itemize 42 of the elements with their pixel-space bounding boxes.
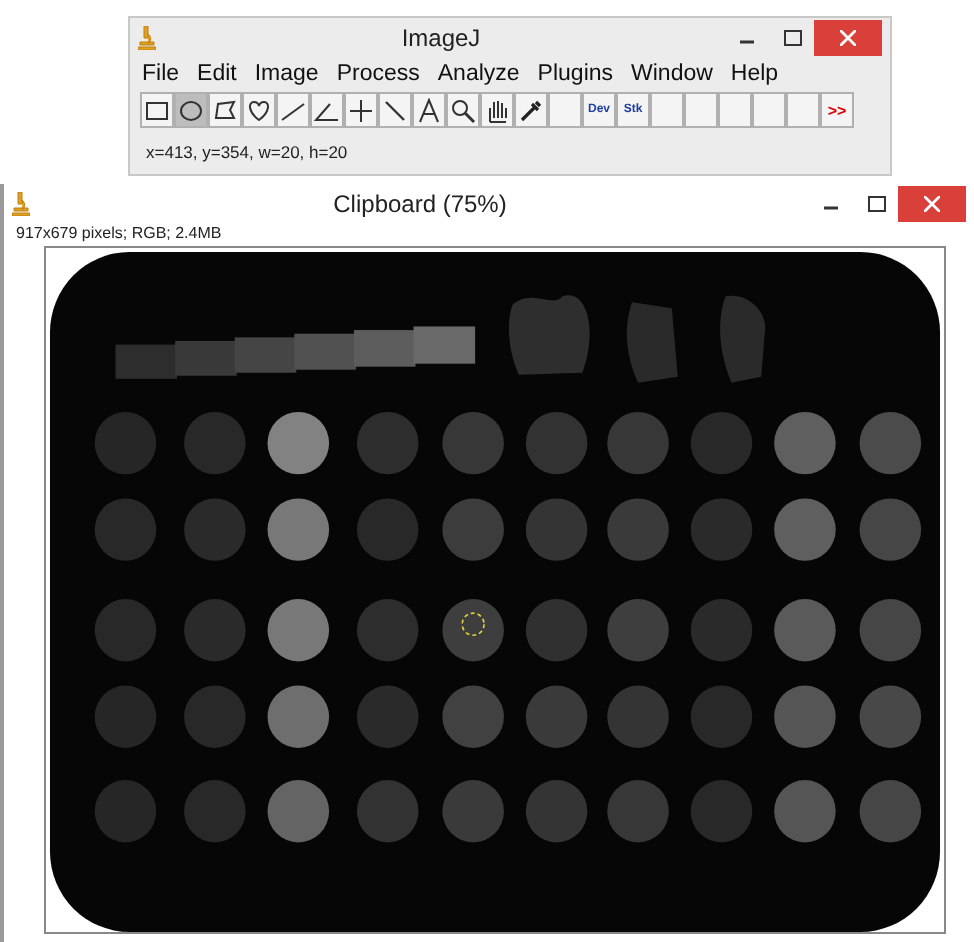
tool-button[interactable] (208, 92, 242, 128)
microscope-icon (138, 26, 156, 50)
menu-item[interactable]: Plugins (537, 62, 614, 86)
tool-button[interactable] (310, 92, 344, 128)
menu-item[interactable]: Window (631, 62, 713, 86)
menu-item[interactable]: Analyze (437, 62, 520, 86)
oval-icon (178, 97, 204, 123)
tool-button[interactable] (378, 92, 412, 128)
tool-button[interactable] (412, 92, 446, 128)
maximize-icon (783, 30, 801, 46)
tool-button[interactable] (242, 92, 276, 128)
tool-button[interactable] (276, 92, 310, 128)
tool-button[interactable] (514, 92, 548, 128)
tool-button[interactable] (174, 92, 208, 128)
more-tools-button[interactable]: >> (820, 92, 854, 128)
letter-icon (416, 97, 442, 123)
menu-item[interactable]: Edit (197, 62, 237, 86)
image-info-text: 917x679 pixels; RGB; 2.4MB (14, 222, 224, 244)
tool-button[interactable] (480, 92, 514, 128)
menu-item[interactable]: Help (730, 62, 779, 86)
menu-item[interactable]: Process (336, 62, 420, 86)
magnifier-icon (450, 97, 476, 123)
line-icon (280, 97, 306, 123)
tool-button[interactable] (140, 92, 174, 128)
microscope-icon (12, 191, 30, 215)
window-title: Clipboard (75%) (331, 189, 509, 217)
status-text: x=413, y=354, w=20, h=20 (144, 140, 350, 162)
menu-item[interactable]: Image (254, 62, 319, 86)
heart-icon (246, 97, 272, 123)
close-button[interactable] (814, 20, 882, 56)
polygon-icon (212, 97, 238, 123)
tool-button[interactable] (344, 92, 378, 128)
window-title: ImageJ (399, 24, 483, 52)
crosshair-icon (348, 97, 374, 123)
maximize-icon (867, 195, 885, 211)
rectangle-icon (144, 97, 170, 123)
close-button[interactable] (898, 185, 966, 221)
close-icon (840, 30, 856, 46)
tool-button[interactable] (446, 92, 480, 128)
menu-item[interactable]: File (142, 62, 180, 86)
close-icon (924, 195, 940, 211)
dropper-icon (518, 97, 544, 123)
